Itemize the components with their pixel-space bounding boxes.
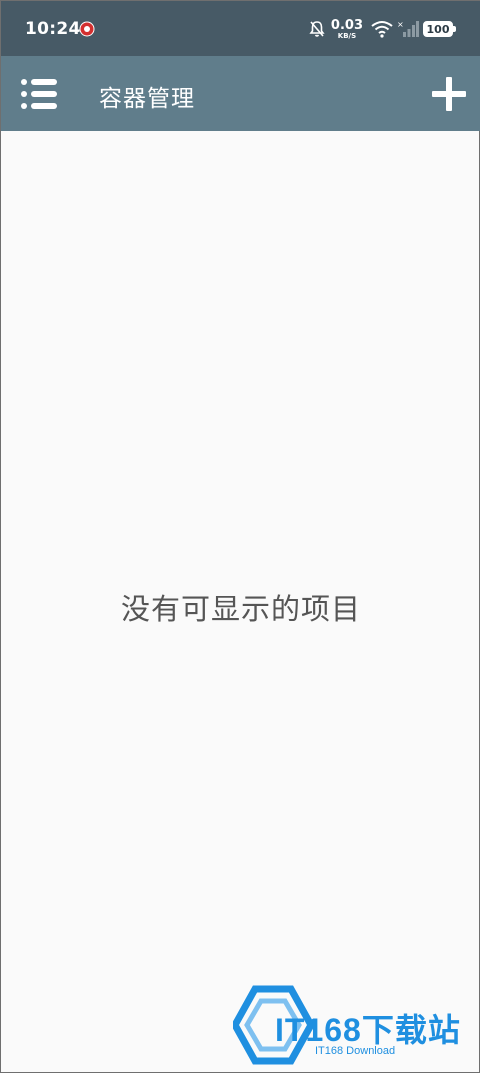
menu-list-icon[interactable]	[17, 73, 59, 115]
net-speed-unit: KB/S	[337, 31, 357, 40]
bell-muted-icon	[309, 21, 325, 37]
empty-state-message: 没有可显示的项目	[120, 592, 361, 626]
svg-text:×: ×	[397, 20, 404, 29]
status-bar: 10:24 0.03 KB/S × 100	[1, 1, 480, 56]
battery-level: 100	[426, 22, 450, 36]
net-speed: 0.03 KB/S	[331, 19, 363, 40]
page-title: 容器管理	[99, 86, 195, 112]
plus-icon[interactable]	[429, 74, 469, 114]
net-speed-value: 0.03	[330, 17, 363, 33]
watermark-subtext: IT168 Download	[315, 1045, 396, 1057]
status-icons: 0.03 KB/S × 100	[309, 17, 456, 41]
status-time: 10:24	[25, 19, 81, 39]
notification-badge-icon	[79, 21, 95, 37]
app-bar: 容器管理	[1, 56, 480, 131]
wifi-icon	[371, 21, 393, 38]
signal-icon: ×	[397, 20, 419, 37]
battery-icon: 100	[423, 21, 456, 37]
watermark: IT168下载站 IT168 Download	[233, 985, 473, 1065]
